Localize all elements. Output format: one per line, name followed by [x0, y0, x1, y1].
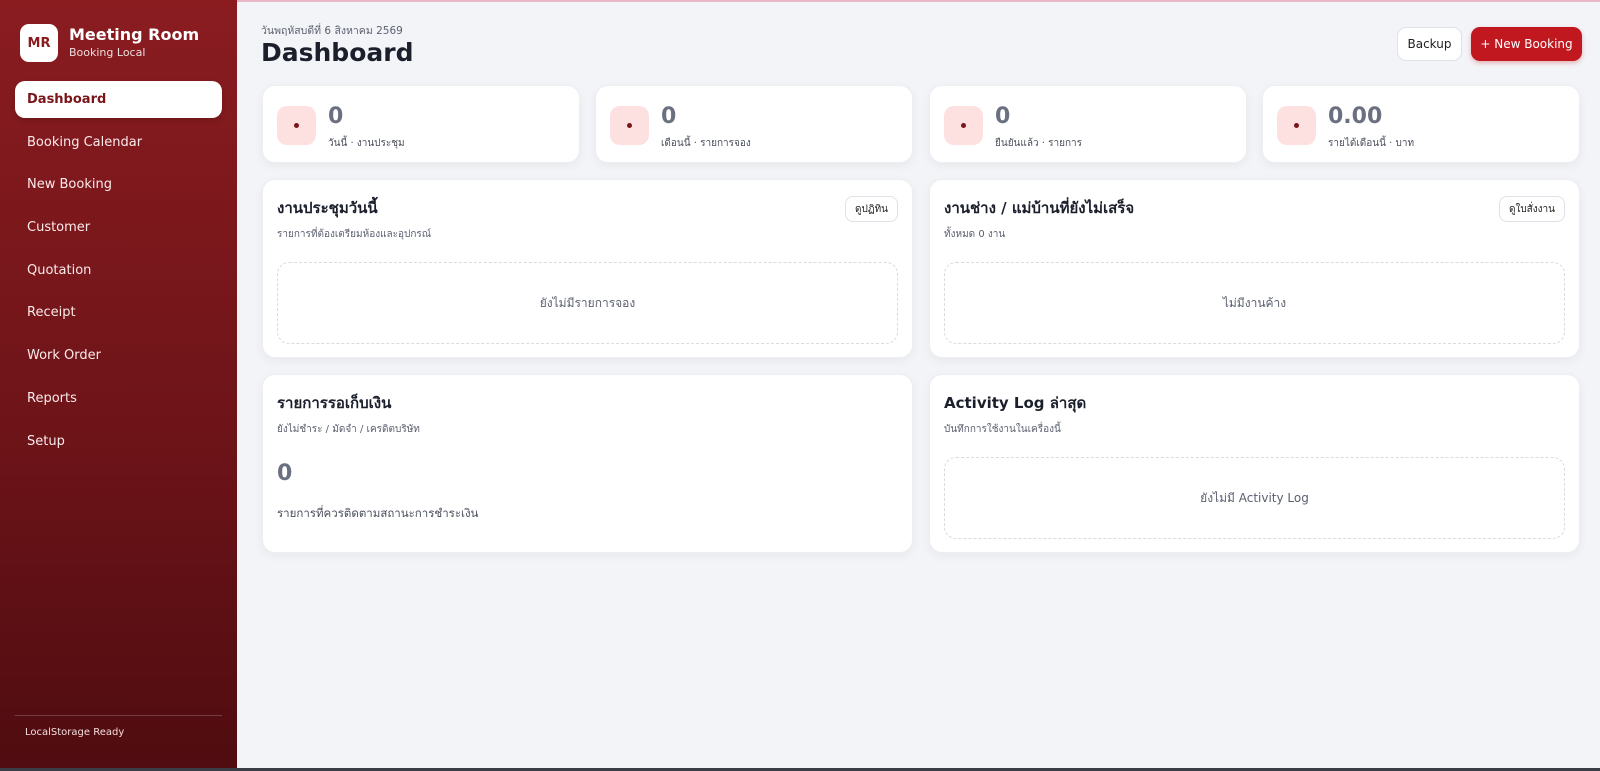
sidebar-item-reports[interactable]: Reports — [15, 380, 222, 417]
stat-value: 0 — [661, 104, 677, 129]
stat-value: 0 — [328, 104, 344, 129]
storage-status: LocalStorage Ready — [25, 727, 125, 738]
stat-card-today-meetings: 0 วันนี้ · งานประชุม — [262, 85, 580, 163]
pending-payments-count: 0 — [277, 461, 293, 486]
panel-title: รายการรอเก็บเงิน — [277, 394, 392, 412]
stat-dot-icon — [1277, 106, 1316, 145]
sidebar: MR Meeting Room Booking Local Dashboard … — [0, 0, 237, 771]
pending-payments-panel: รายการรอเก็บเงิน ยังไม่ชำระ / มัดจำ / เค… — [262, 374, 913, 553]
stat-value: 0.00 — [1328, 104, 1383, 129]
stat-card-month-revenue: 0.00 รายได้เดือนนี้ · บาท — [1262, 85, 1580, 163]
panel-title: Activity Log ล่าสุด — [944, 394, 1087, 412]
view-calendar-button[interactable]: ดูปฏิทิน — [845, 196, 898, 222]
pending-payments-caption: รายการที่ควรติดตามสถานะการชำระเงิน — [277, 506, 479, 520]
panel-subtitle: บันทึกการใช้งานในเครื่องนี้ — [944, 424, 1061, 435]
sidebar-item-booking-calendar[interactable]: Booking Calendar — [15, 124, 222, 161]
new-booking-button[interactable]: + New Booking — [1471, 27, 1582, 61]
stat-label: ยืนยันแล้ว · รายการ — [995, 138, 1083, 149]
pending-work-panel: งานช่าง / แม่บ้านที่ยังไม่เสร็จ ทั้งหมด … — [929, 179, 1580, 358]
empty-state: ยังไม่มีรายการจอง — [277, 262, 898, 344]
stat-dot-icon — [610, 106, 649, 145]
stat-label: วันนี้ · งานประชุม — [328, 138, 405, 149]
panel-subtitle: ยังไม่ชำระ / มัดจำ / เครดิตบริษัท — [277, 424, 420, 435]
stat-value: 0 — [995, 104, 1011, 129]
panel-title: งานประชุมวันนี้ — [277, 199, 378, 217]
brand-logo: MR — [20, 24, 58, 62]
sidebar-item-new-booking[interactable]: New Booking — [15, 166, 222, 203]
backup-button[interactable]: Backup — [1397, 27, 1462, 61]
sidebar-item-receipt[interactable]: Receipt — [15, 294, 222, 331]
panel-subtitle: รายการที่ต้องเตรียมห้องและอุปกรณ์ — [277, 229, 432, 240]
stat-card-month-bookings: 0 เดือนนี้ · รายการจอง — [595, 85, 913, 163]
panel-title: งานช่าง / แม่บ้านที่ยังไม่เสร็จ — [944, 199, 1135, 217]
current-date: วันพฤหัสบดีที่ 6 สิงหาคม 2569 — [261, 25, 403, 37]
brand-title: Meeting Room — [69, 25, 200, 44]
stat-dot-icon — [277, 106, 316, 145]
panel-subtitle: ทั้งหมด 0 งาน — [944, 229, 1006, 240]
sidebar-divider — [15, 715, 222, 716]
view-work-orders-button[interactable]: ดูใบสั่งงาน — [1498, 196, 1565, 222]
sidebar-item-setup[interactable]: Setup — [15, 423, 222, 460]
today-meetings-panel: งานประชุมวันนี้ รายการที่ต้องเตรียมห้องแ… — [262, 179, 913, 358]
sidebar-item-work-order[interactable]: Work Order — [15, 337, 222, 374]
brand[interactable]: MR Meeting Room Booking Local — [20, 24, 199, 62]
top-accent-line — [0, 0, 1600, 2]
stat-label: เดือนนี้ · รายการจอง — [661, 138, 751, 149]
sidebar-item-dashboard[interactable]: Dashboard — [15, 81, 222, 118]
stat-label: รายได้เดือนนี้ · บาท — [1328, 138, 1415, 149]
stat-dot-icon — [944, 106, 983, 145]
activity-log-panel: Activity Log ล่าสุด บันทึกการใช้งานในเคร… — [929, 374, 1580, 553]
sidebar-item-customer[interactable]: Customer — [15, 209, 222, 246]
sidebar-item-quotation[interactable]: Quotation — [15, 252, 222, 289]
page-title: Dashboard — [261, 38, 414, 67]
sidebar-nav: Dashboard Booking Calendar New Booking C… — [15, 81, 222, 465]
empty-state: ไม่มีงานค้าง — [944, 262, 1565, 344]
empty-state: ยังไม่มี Activity Log — [944, 457, 1565, 539]
stat-card-confirmed: 0 ยืนยันแล้ว · รายการ — [929, 85, 1247, 163]
brand-subtitle: Booking Local — [69, 46, 146, 59]
